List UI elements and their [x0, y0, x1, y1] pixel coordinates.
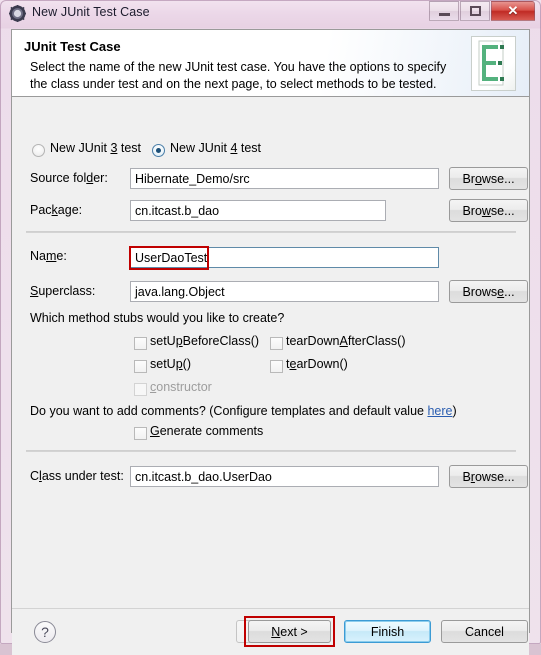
checkbox-constructor-label: constructor	[150, 380, 212, 394]
dialog-footer: ? < Back Next > Finish Cancel	[12, 608, 529, 655]
junit-gear-icon	[9, 5, 26, 22]
checkbox-teardownafterclass-label: tearDownAfterClass()	[286, 334, 406, 348]
window-title: New JUnit Test Case	[32, 5, 150, 19]
checkbox-setup[interactable]	[134, 360, 147, 373]
help-icon[interactable]: ?	[34, 621, 56, 643]
checkbox-setupbeforeclass-label: setUpBeforeClass()	[150, 334, 260, 348]
title-bar: New JUnit Test Case ✕	[0, 0, 541, 28]
cancel-button[interactable]: Cancel	[441, 620, 528, 643]
checkbox-teardown[interactable]	[270, 360, 283, 373]
maximize-button[interactable]	[460, 1, 490, 21]
class-under-test-browse-button[interactable]: Br owse...	[449, 465, 528, 488]
checkbox-generate-comments-label: Generate comments	[150, 424, 264, 438]
radio-junit3[interactable]	[32, 144, 45, 157]
source-folder-input[interactable]: Hibernate_Demo/src	[130, 168, 439, 189]
package-browse-button[interactable]: Bro w se...	[449, 199, 528, 222]
radio-junit3-label: New JUnit 3 test	[50, 141, 142, 155]
package-input[interactable]: cn.itcast.b_dao	[130, 200, 386, 221]
checkbox-teardown-label: tearDown()	[286, 357, 348, 371]
minimize-icon	[430, 2, 458, 20]
maximize-icon	[461, 2, 489, 20]
close-button[interactable]: ✕	[491, 1, 535, 21]
source-folder-label: Source folder:	[30, 171, 108, 185]
finish-button[interactable]: Finish	[344, 620, 431, 643]
method-stubs-question: Which method stubs would you like to cre…	[30, 311, 285, 325]
page-description: Select the name of the new JUnit test ca…	[30, 60, 447, 91]
minimize-button[interactable]	[429, 1, 459, 21]
radio-junit4[interactable]	[152, 144, 165, 157]
dialog-body: New JUnit 3 test New JUnit 4 test Source…	[12, 98, 529, 608]
name-input[interactable]: UserDaoTest	[130, 247, 439, 268]
checkbox-setupbeforeclass[interactable]	[134, 337, 147, 350]
superclass-input[interactable]: java.lang.Object	[130, 281, 439, 302]
radio-junit4-label: New JUnit 4 test	[170, 141, 262, 155]
next-button[interactable]: Next >	[248, 620, 331, 643]
package-label: Package:	[30, 203, 83, 217]
wizard-banner: JUnit Test Case Select the name of the n…	[12, 30, 529, 97]
class-under-test-label: Class under test:	[30, 469, 124, 483]
class-under-test-input[interactable]: cn.itcast.b_dao.UserDao	[130, 466, 439, 487]
superclass-browse-button[interactable]: Brows e...	[449, 280, 528, 303]
page-title: JUnit Test Case	[24, 39, 121, 54]
source-folder-browse-button[interactable]: Br o wse...	[449, 167, 528, 190]
superclass-label: Superclass:	[30, 284, 96, 298]
checkbox-teardownafterclass[interactable]	[270, 337, 283, 350]
junit-wizard-icon	[471, 36, 516, 91]
checkbox-setup-label: setUp()	[150, 357, 191, 371]
checkbox-constructor	[134, 383, 147, 396]
dialog-client-area: JUnit Test Case Select the name of the n…	[11, 29, 530, 655]
close-icon: ✕	[507, 3, 519, 18]
window-frame: New JUnit Test Case ✕ JUnit Test Case Se…	[0, 0, 541, 655]
separator-top	[26, 231, 516, 233]
comments-question: Do you want to add comments? (Configure …	[30, 404, 457, 418]
separator-bottom	[26, 450, 516, 452]
checkbox-generate-comments[interactable]	[134, 427, 147, 440]
configure-templates-link[interactable]: here	[427, 404, 452, 418]
name-label: Name:	[30, 249, 67, 263]
